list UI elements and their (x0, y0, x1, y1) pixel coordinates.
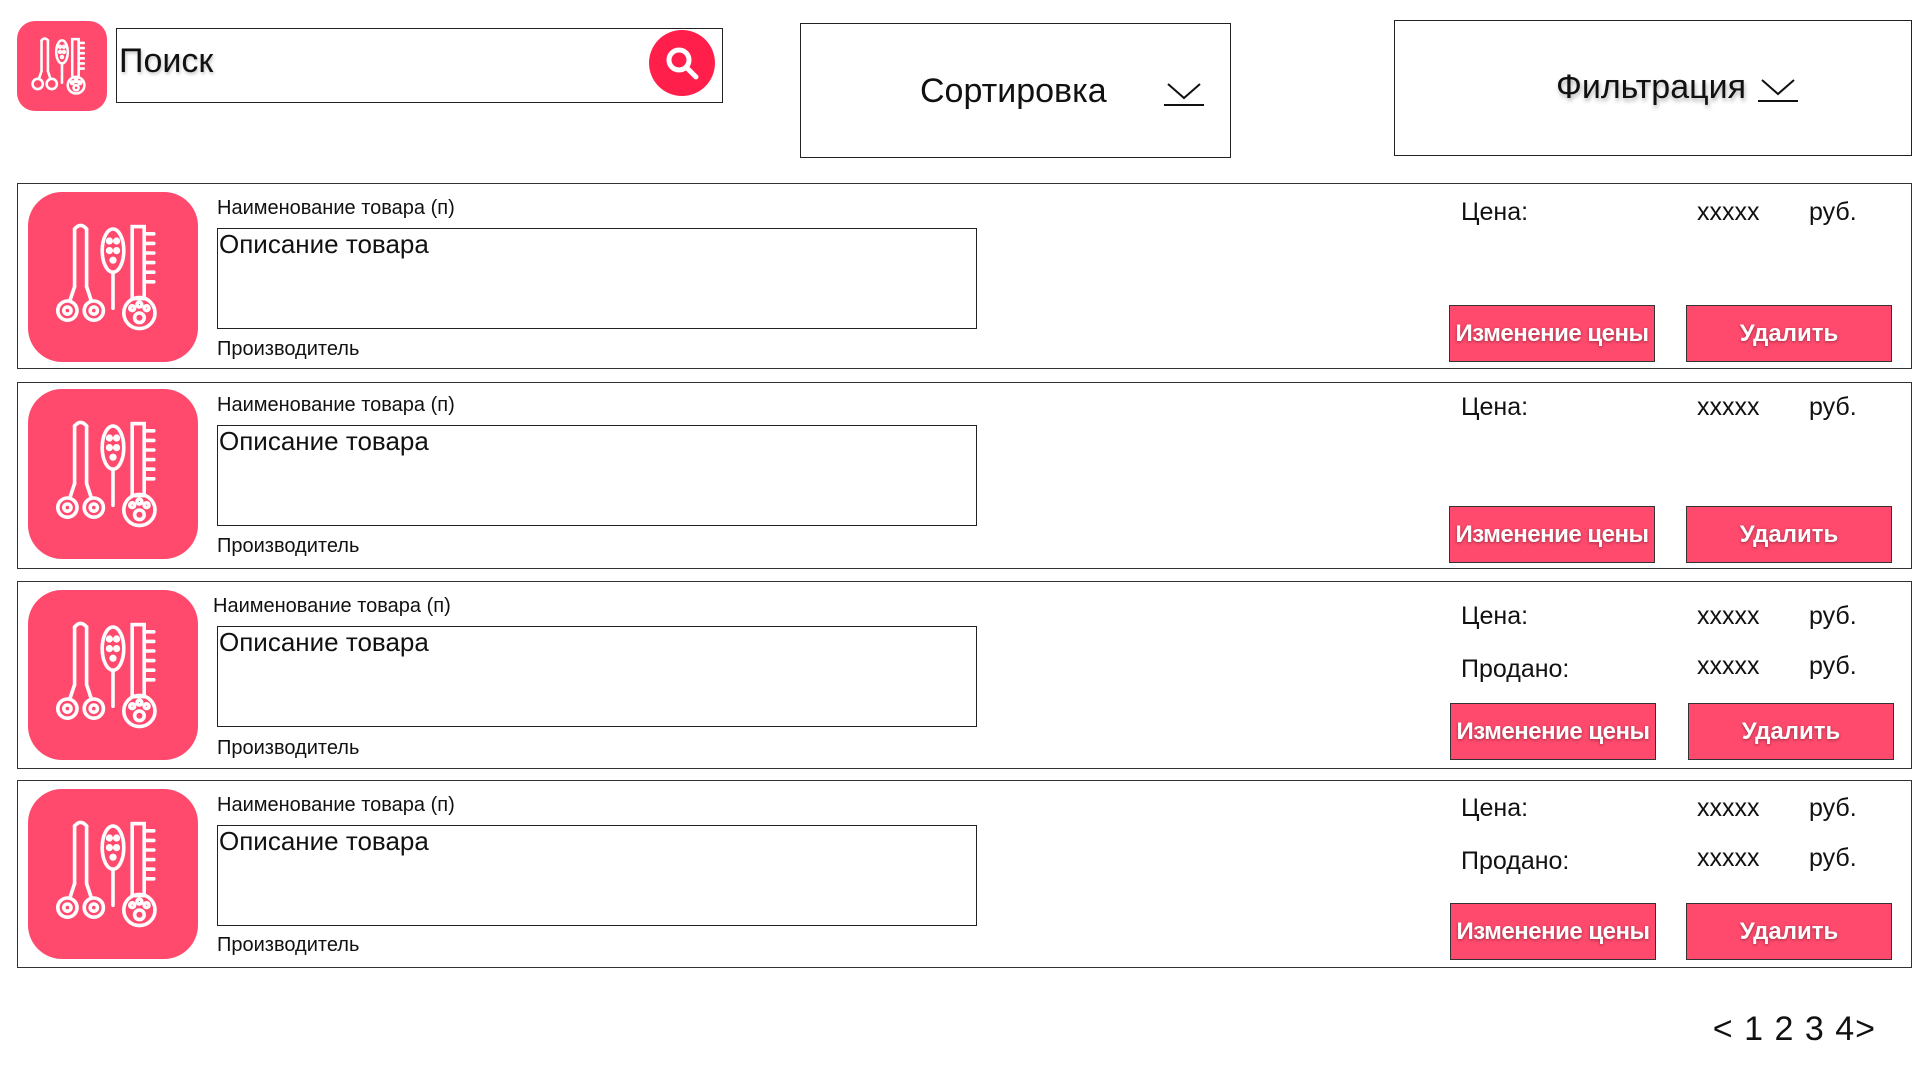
grooming-tools-icon (56, 223, 157, 331)
product-image (28, 192, 198, 362)
price-value: xxxxx (1697, 794, 1760, 822)
product-maker: Производитель (217, 535, 360, 557)
product-name: Наименование товара (п) (217, 394, 455, 416)
delete-button[interactable]: Удалить (1686, 903, 1892, 960)
pagination-page-3[interactable]: 3 (1805, 1010, 1825, 1048)
product-name: Наименование товара (п) (217, 197, 455, 219)
product-maker: Производитель (217, 934, 360, 956)
price-unit: руб. (1809, 393, 1857, 421)
product-description[interactable]: Описание товара (217, 626, 977, 727)
product-name: Наименование товара (п) (217, 794, 455, 816)
chevron-down-icon (1164, 83, 1204, 106)
sold-label: Продано: (1461, 655, 1570, 683)
price-label: Цена: (1461, 794, 1529, 822)
change-price-button[interactable]: Изменение цены (1449, 305, 1655, 362)
sold-label: Продано: (1461, 847, 1570, 875)
product-image (28, 389, 198, 559)
delete-button[interactable]: Удалить (1686, 305, 1892, 362)
app-logo[interactable] (17, 21, 107, 111)
product-maker: Производитель (217, 338, 360, 360)
grooming-tools-icon (56, 820, 157, 928)
search-button[interactable] (649, 30, 715, 96)
sort-label: Сортировка (920, 72, 1107, 110)
change-price-button[interactable]: Изменение цены (1449, 506, 1655, 563)
delete-button[interactable]: Удалить (1688, 703, 1894, 760)
price-unit: руб. (1809, 602, 1857, 630)
pagination-page-4[interactable]: 4 (1835, 1010, 1855, 1048)
chevron-down-icon (1758, 79, 1798, 102)
product-description[interactable]: Описание товара (217, 425, 977, 526)
sold-value: xxxxx (1697, 652, 1760, 680)
product-image (28, 789, 198, 959)
change-price-button[interactable]: Изменение цены (1450, 903, 1656, 960)
pagination: < 1 2 3 4> (1713, 1010, 1876, 1049)
pagination-page-1[interactable]: 1 (1744, 1010, 1764, 1048)
price-value: xxxxx (1697, 198, 1760, 226)
sold-value: xxxxx (1697, 844, 1760, 872)
product-image (28, 590, 198, 760)
product-description[interactable]: Описание товара (217, 825, 977, 926)
sold-unit: руб. (1809, 844, 1857, 872)
price-unit: руб. (1809, 198, 1857, 226)
grooming-tools-icon (56, 621, 157, 729)
pagination-next[interactable]: > (1855, 1010, 1876, 1048)
delete-button[interactable]: Удалить (1686, 506, 1892, 563)
sold-unit: руб. (1809, 652, 1857, 680)
product-maker: Производитель (217, 737, 360, 759)
grooming-tools-icon (56, 420, 157, 528)
price-label: Цена: (1461, 393, 1529, 421)
change-price-button[interactable]: Изменение цены (1450, 703, 1656, 760)
search-icon (666, 47, 699, 80)
price-label: Цена: (1461, 198, 1529, 226)
price-value: xxxxx (1697, 602, 1760, 630)
grooming-tools-icon (31, 37, 86, 95)
pagination-prev[interactable]: < (1713, 1010, 1734, 1048)
product-name: Наименование товара (п) (213, 595, 451, 617)
filter-label: Фильтрация (1556, 68, 1747, 106)
product-description[interactable]: Описание товара (217, 228, 977, 329)
search-placeholder: Поиск (119, 42, 214, 80)
price-value: xxxxx (1697, 393, 1760, 421)
price-label: Цена: (1461, 602, 1529, 630)
pagination-page-2[interactable]: 2 (1774, 1010, 1794, 1048)
price-unit: руб. (1809, 794, 1857, 822)
